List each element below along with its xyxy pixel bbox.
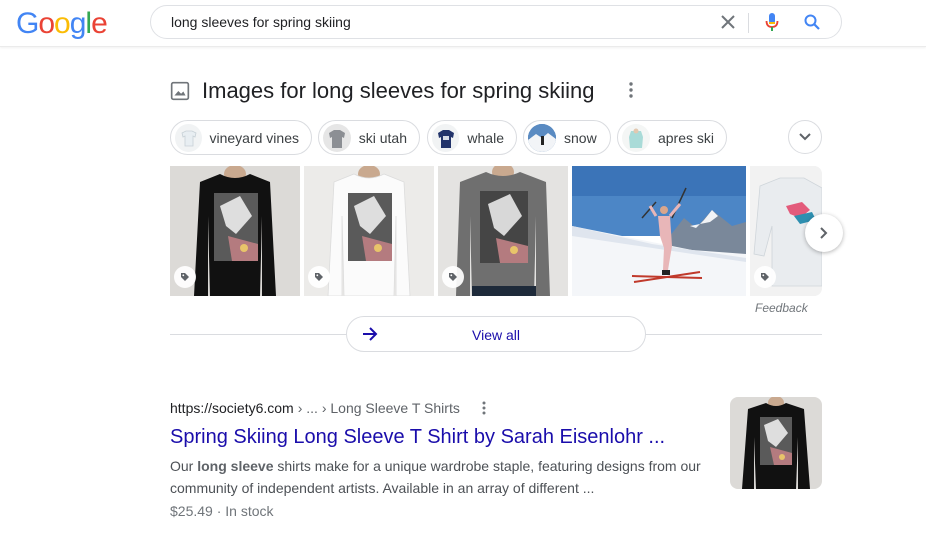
result-price-stock: $25.49 · In stock xyxy=(170,503,274,519)
microphone-icon[interactable] xyxy=(761,11,783,33)
google-logo[interactable]: Google xyxy=(16,8,108,40)
chip-label: ski utah xyxy=(358,129,407,146)
chevron-right-icon xyxy=(820,227,828,239)
image-result-white-shirt[interactable] xyxy=(304,166,434,296)
top-header: Google long sleeves for spring skiing xyxy=(0,0,926,47)
search-result: https://society6.com › ... › Long Sleeve… xyxy=(170,398,730,522)
chip-thumbnail xyxy=(323,123,351,152)
feedback-link[interactable]: Feedback xyxy=(755,301,808,315)
chip-thumbnail xyxy=(622,123,650,152)
result-url[interactable]: https://society6.com › ... › Long Sleeve… xyxy=(170,398,730,418)
result-snippet: Our long sleeve shirts make for a unique… xyxy=(170,455,710,499)
image-result-skier[interactable] xyxy=(572,166,746,296)
snippet-highlight: long sleeve xyxy=(197,458,274,474)
chip-apres-ski[interactable]: apres ski xyxy=(617,120,727,155)
chip-label: vineyard vines xyxy=(209,129,300,146)
view-all-button[interactable]: View all xyxy=(346,316,646,352)
image-icon xyxy=(170,81,190,101)
chip-thumbnail xyxy=(175,123,202,152)
expand-chips-button[interactable] xyxy=(788,120,822,154)
image-result-grey-shirt[interactable] xyxy=(438,166,568,296)
more-options-icon[interactable] xyxy=(621,80,641,100)
result-breadcrumb: › ... › Long Sleeve T Shirts xyxy=(297,400,460,416)
tag-icon xyxy=(754,266,776,288)
search-icon[interactable] xyxy=(801,11,823,33)
chip-label: apres ski xyxy=(657,129,714,146)
result-thumbnail[interactable] xyxy=(730,397,822,489)
tag-icon xyxy=(442,266,464,288)
tag-icon xyxy=(174,266,196,288)
chip-thumbnail xyxy=(528,123,556,152)
images-title[interactable]: Images for long sleeves for spring skiin… xyxy=(202,78,595,104)
chip-vineyard-vines[interactable]: vineyard vines xyxy=(170,120,312,155)
result-more-icon[interactable] xyxy=(478,400,490,416)
chip-label: snow xyxy=(564,129,597,146)
result-title-link[interactable]: Spring Skiing Long Sleeve T Shirt by Sar… xyxy=(170,424,730,450)
chip-thumbnail xyxy=(432,123,460,152)
tag-icon xyxy=(308,266,330,288)
clear-icon[interactable] xyxy=(717,11,739,33)
chip-whale[interactable]: whale xyxy=(427,120,517,155)
chip-ski-utah[interactable]: ski utah xyxy=(318,120,420,155)
search-input[interactable]: long sleeves for spring skiing xyxy=(171,14,351,30)
search-divider xyxy=(748,13,749,33)
search-box[interactable]: long sleeves for spring skiing xyxy=(150,5,842,39)
next-images-button[interactable] xyxy=(805,214,843,252)
images-header: Images for long sleeves for spring skiin… xyxy=(170,75,595,107)
view-all-label: View all xyxy=(472,327,520,343)
image-result-black-shirt[interactable] xyxy=(170,166,300,296)
snippet-prefix: Our xyxy=(170,458,198,474)
chip-label: whale xyxy=(467,129,504,146)
chevron-down-icon xyxy=(799,133,811,141)
chip-snow[interactable]: snow xyxy=(523,120,611,155)
result-domain: https://society6.com xyxy=(170,400,294,416)
